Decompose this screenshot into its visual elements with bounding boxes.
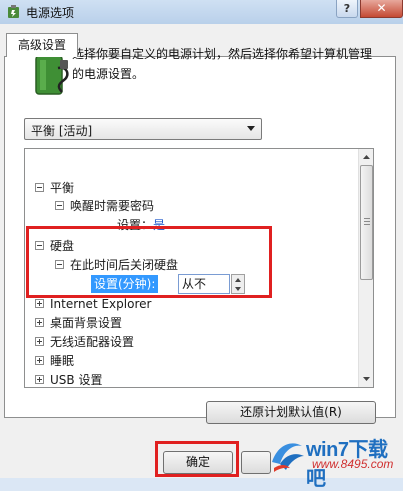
description-text: 选择你要自定义的电源计划，然后选择你希望计算机管理的电源设置。 (72, 47, 373, 81)
scrollbar-thumb[interactable] (360, 165, 373, 280)
collapse-icon[interactable] (35, 183, 44, 192)
tree-item-sleep[interactable]: 睡眠 (35, 352, 74, 370)
tree-item-label: 在此时间后关闭硬盘 (70, 258, 179, 272)
cancel-button[interactable] (241, 451, 271, 474)
tree-item-balanced[interactable]: 平衡 (35, 179, 74, 197)
close-button[interactable]: ✕ (360, 0, 403, 18)
title-bar: 电源选项 ? ✕ (0, 0, 403, 24)
tree-item-wireless-adapter[interactable]: 无线适配器设置 (35, 333, 134, 351)
collapse-icon[interactable] (35, 241, 44, 250)
scroll-up-icon[interactable] (360, 150, 373, 164)
setting-value-link[interactable]: 是 (153, 218, 165, 232)
tree-item-wake-password[interactable]: 唤醒时需要密码 (55, 197, 154, 215)
power-options-icon (8, 5, 19, 18)
settings-tree: 平衡 唤醒时需要密码 设置：是 硬盘 在此时间后关闭硬盘 设置(分钟): 从不 … (24, 148, 374, 388)
restore-defaults-button[interactable]: 还原计划默认值(R) (206, 401, 376, 424)
tree-item-turn-off-disk[interactable]: 在此时间后关闭硬盘 (55, 256, 178, 274)
expand-icon[interactable] (35, 356, 44, 365)
tree-item-desktop-background[interactable]: 桌面背景设置 (35, 314, 122, 332)
scroll-down-icon[interactable] (360, 372, 373, 386)
expand-icon[interactable] (35, 299, 44, 308)
setting-label: 设置： (117, 218, 154, 232)
spin-down-icon[interactable] (235, 287, 241, 291)
tree-item-label: 硬盘 (50, 239, 75, 253)
spin-up-icon[interactable] (235, 278, 241, 282)
disk-timeout-input[interactable]: 从不 (178, 274, 230, 294)
tree-item-usb[interactable]: USB 设置 (35, 371, 103, 387)
disk-timeout-spinner[interactable] (231, 274, 245, 294)
expand-icon[interactable] (35, 337, 44, 346)
tree-item-label: 平衡 (50, 181, 75, 195)
tree-item-label: Internet Explorer (50, 297, 152, 311)
vertical-scrollbar[interactable] (358, 149, 373, 387)
expand-icon[interactable] (35, 318, 44, 327)
window-title: 电源选项 (26, 6, 75, 20)
tree-item-hard-disk[interactable]: 硬盘 (35, 237, 74, 255)
collapse-icon[interactable] (55, 201, 64, 210)
tab-advanced-settings[interactable]: 高级设置 (6, 33, 78, 57)
tree-setting-disk: 设置(分钟): 从不 (25, 274, 265, 294)
collapse-icon[interactable] (55, 260, 64, 269)
help-button[interactable]: ? (336, 0, 358, 18)
windows-logo-icon (272, 443, 304, 472)
tree-setting-wake[interactable]: 设置：是 (117, 216, 165, 234)
chevron-down-icon[interactable] (247, 126, 255, 131)
tree-item-label: 唤醒时需要密码 (70, 199, 155, 213)
power-plan-value: 平衡 [活动] (31, 124, 93, 138)
tree-item-label: USB 设置 (50, 373, 103, 387)
watermark-url: www.8495.com (312, 457, 394, 471)
tree-item-ie[interactable]: Internet Explorer (35, 295, 151, 313)
tree-item-label: 睡眠 (50, 354, 75, 368)
tree-item-label: 无线适配器设置 (50, 335, 135, 349)
tree-item-label: 桌面背景设置 (50, 316, 123, 330)
expand-icon[interactable] (35, 375, 44, 384)
setting-label-selected: 设置(分钟): (91, 275, 159, 293)
ok-button[interactable]: 确定 (163, 451, 233, 474)
power-plan-select[interactable]: 平衡 [活动] (24, 118, 262, 140)
